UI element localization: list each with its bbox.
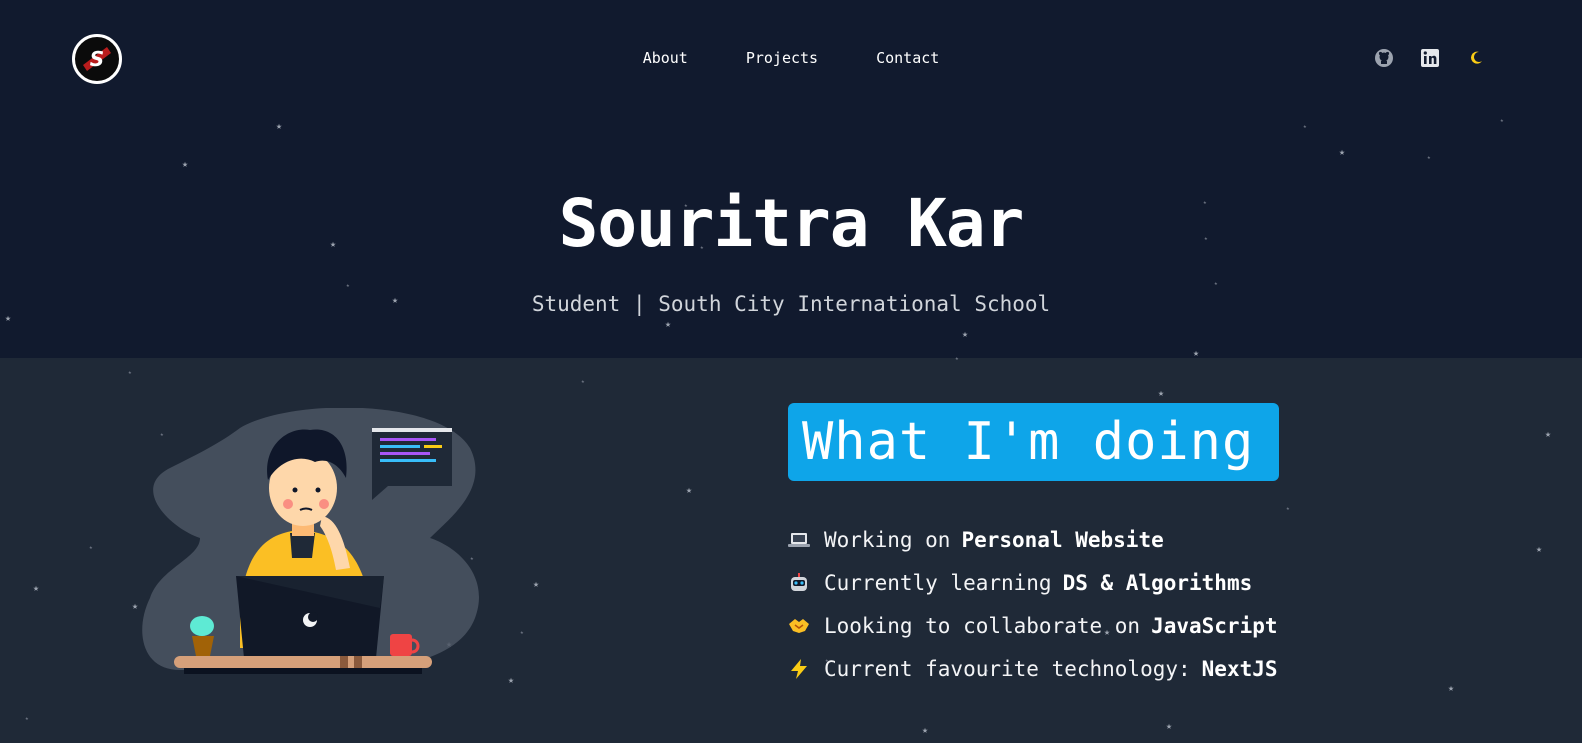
robot-icon: [788, 572, 824, 594]
list-item-text: Current favourite technology:: [824, 656, 1191, 681]
linkedin-icon[interactable]: [1420, 48, 1440, 68]
list-item-text: Currently learning: [824, 570, 1052, 595]
github-icon[interactable]: [1374, 48, 1394, 68]
doing-heading: What I'm doing: [788, 403, 1279, 481]
nav-projects[interactable]: Projects: [746, 49, 818, 67]
list-item: Currently learning DS & Algorithms: [788, 561, 1278, 604]
page-title: Souritra Kar: [558, 185, 1025, 262]
doing-heading-text: What I'm doing: [802, 412, 1255, 472]
nav-contact[interactable]: Contact: [876, 49, 939, 67]
list-item: Looking to collaborate on JavaScript: [788, 604, 1278, 647]
list-item-highlight: JavaScript: [1151, 613, 1278, 638]
list-item-highlight: DS & Algorithms: [1062, 570, 1253, 595]
doing-list: Working on Personal Website Currently le…: [788, 518, 1278, 690]
list-item-highlight: Personal Website: [961, 527, 1164, 552]
nav-about[interactable]: About: [643, 49, 688, 67]
social-links: [1374, 48, 1486, 68]
list-item-text: Looking to collaborate on: [824, 613, 1141, 638]
list-item: Working on Personal Website: [788, 518, 1278, 561]
list-item-highlight: NextJS: [1201, 656, 1278, 681]
list-item-text: Working on: [824, 527, 951, 552]
moon-icon[interactable]: [1466, 48, 1486, 68]
page-subtitle: Student | South City International Schoo…: [531, 292, 1051, 316]
laptop-icon: [788, 531, 824, 549]
handshake-icon: [788, 616, 824, 636]
lightning-icon: [788, 658, 824, 680]
developer-illustration: [140, 407, 490, 683]
main-nav: About Projects Contact: [0, 49, 1582, 67]
list-item: Current favourite technology: NextJS: [788, 647, 1278, 690]
